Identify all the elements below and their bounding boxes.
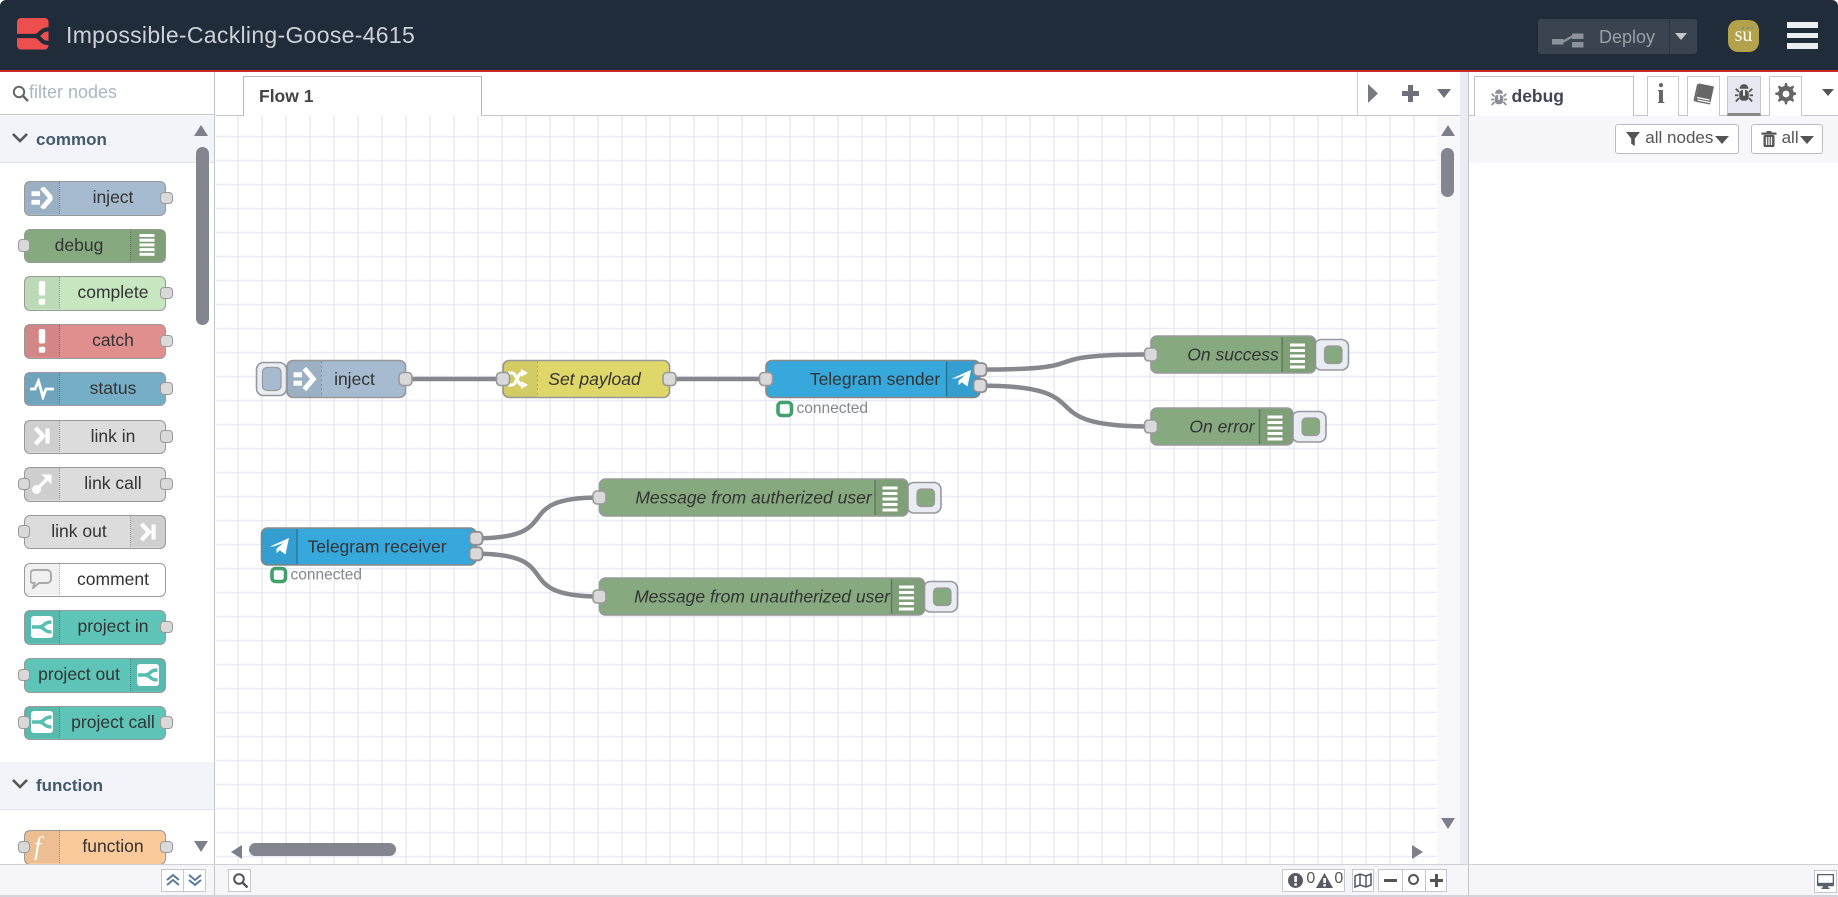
svg-text:i: i — [1658, 81, 1665, 107]
svg-text:f: f — [34, 834, 45, 860]
